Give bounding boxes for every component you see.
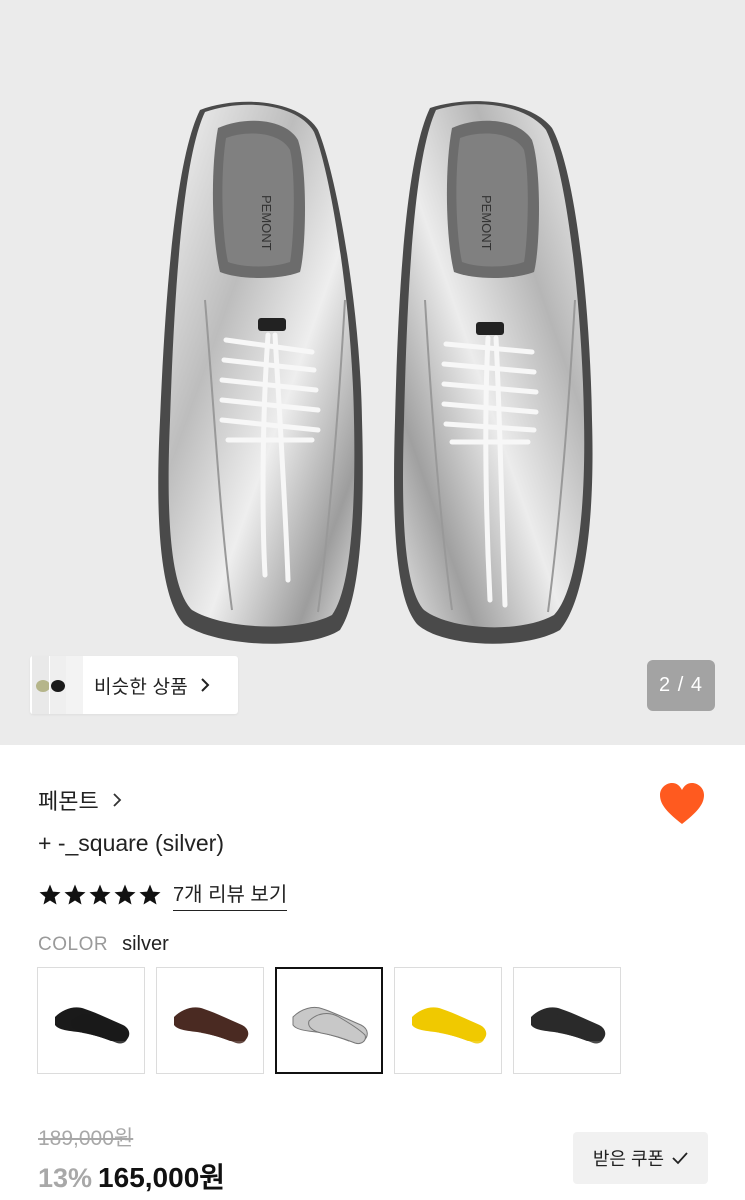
shoe-thumbnail — [412, 1006, 487, 1044]
similar-products-button[interactable]: 비슷한 상품 — [30, 656, 238, 714]
color-swatch-black-grey[interactable] — [513, 967, 621, 1074]
color-label: COLOR — [38, 934, 109, 955]
product-image-gallery[interactable]: PEMONT PEMONT 비슷한 상품 2 / 4 — [0, 0, 745, 745]
left-shoe: PEMONT — [158, 101, 363, 644]
rating-stars — [38, 883, 163, 907]
sale-price: 165,000원 — [98, 1162, 226, 1193]
check-icon — [672, 1152, 688, 1165]
shoe-thumbnail — [55, 1006, 130, 1044]
product-name: + -_square (silver) — [38, 830, 224, 856]
image-counter: 2 / 4 — [647, 660, 715, 711]
brand-name: 페몬트 — [38, 789, 99, 814]
rating-row: 7개 리뷰 보기 — [38, 878, 288, 911]
discount-rate: 13% — [38, 1163, 93, 1193]
color-selection: COLOR silver — [38, 933, 169, 956]
product-image: PEMONT PEMONT — [158, 101, 593, 644]
star-icon — [139, 884, 161, 904]
similar-thumb — [32, 656, 50, 714]
chevron-right-icon — [113, 793, 122, 807]
similar-products-thumbnails — [30, 656, 84, 714]
svg-text:PEMONT: PEMONT — [479, 195, 494, 251]
color-swatch-silver[interactable] — [275, 967, 383, 1074]
brand-link[interactable]: 페몬트 — [38, 784, 123, 816]
original-price: 189,000원 — [38, 1127, 134, 1150]
similar-thumb — [66, 656, 84, 714]
selected-color: silver — [122, 933, 169, 955]
chevron-right-icon — [201, 678, 210, 692]
color-swatch-black[interactable] — [37, 967, 145, 1074]
similar-products-label: 비슷한 상품 — [94, 676, 188, 698]
color-swatch-brown[interactable] — [156, 967, 264, 1074]
svg-text:PEMONT: PEMONT — [259, 195, 274, 251]
price-row: 13% 165,000원 — [38, 1156, 225, 1196]
star-icon — [39, 884, 61, 904]
heart-icon[interactable] — [658, 782, 706, 826]
star-icon — [64, 884, 86, 904]
star-icon — [89, 884, 111, 904]
shoe-thumbnail — [292, 1006, 368, 1044]
shoe-thumbnail — [531, 1006, 606, 1044]
color-swatches — [37, 967, 632, 1074]
shoe-thumbnail — [174, 1006, 249, 1044]
received-coupon-button[interactable]: 받은 쿠폰 — [573, 1132, 708, 1184]
color-swatch-yellow[interactable] — [394, 967, 502, 1074]
reviews-link[interactable]: 7개 리뷰 보기 — [173, 878, 288, 911]
right-shoe: PEMONT — [394, 101, 593, 644]
star-icon — [114, 884, 136, 904]
coupon-label: 받은 쿠폰 — [592, 1149, 665, 1169]
